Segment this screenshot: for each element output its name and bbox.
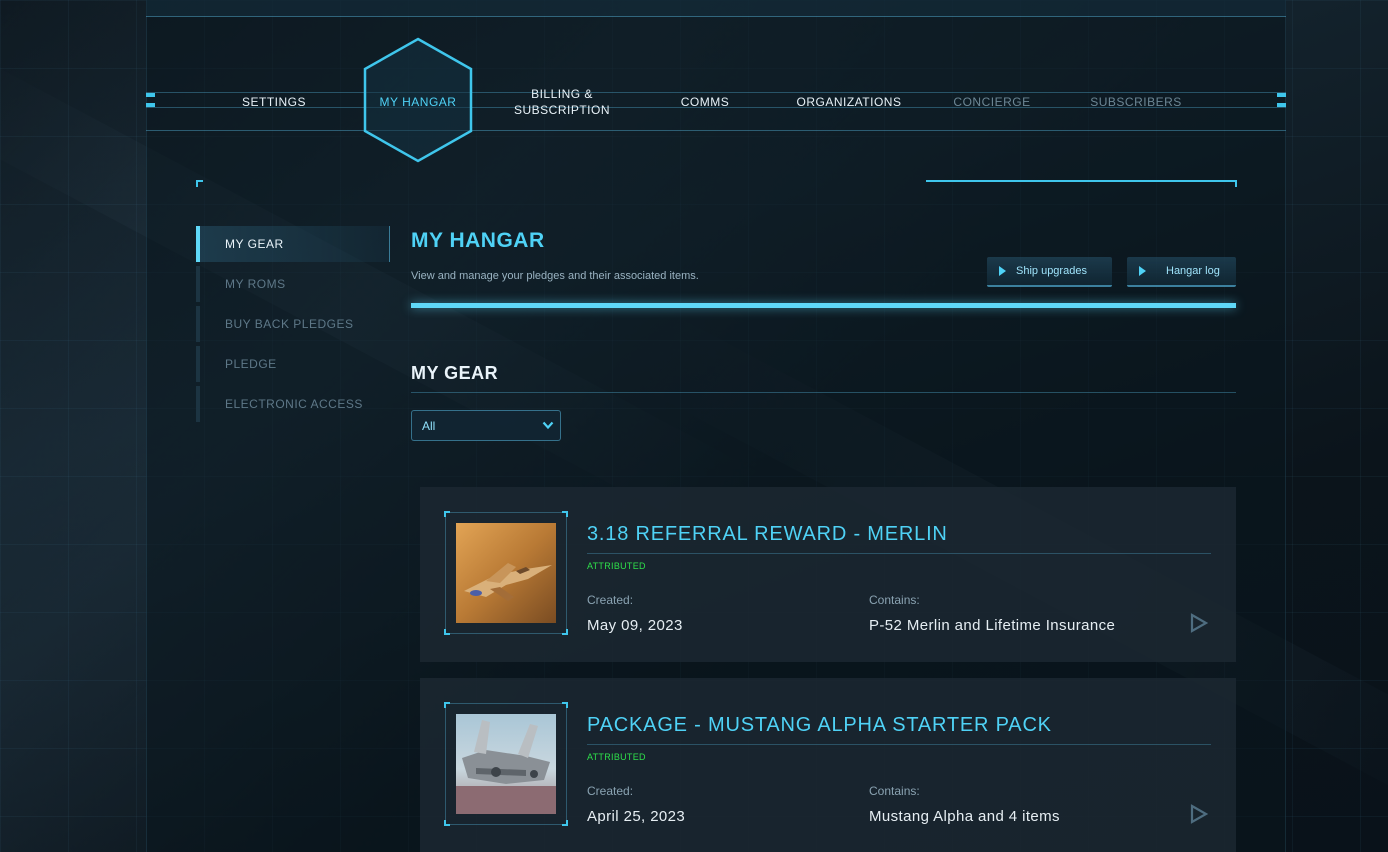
page-subtitle: View and manage your pledges and their a… [411,270,699,282]
nav-item-settings[interactable]: SETTINGS [202,86,346,118]
nav-item-my-hangar[interactable]: MY HANGAR [346,86,490,118]
created-label: Created: [587,593,634,607]
section-divider [411,392,1236,393]
nav-item-organizations[interactable]: ORGANIZATIONS [777,86,921,118]
nav-divider [146,130,1286,131]
created-value: April 25, 2023 [587,808,686,825]
contains-label: Contains: [869,784,920,798]
gear-filter-value: All [422,418,436,433]
created-value: May 09, 2023 [587,617,683,634]
sidebar-item-electronic-access[interactable]: ELECTRONIC ACCESS [196,386,390,422]
play-icon[interactable] [1190,613,1208,633]
sidebar-item-my-roms[interactable]: MY ROMS [196,266,390,302]
play-icon[interactable] [1190,804,1208,824]
gear-card[interactable]: 3.18 REFERRAL REWARD - MERLIN ATTRIBUTED… [420,487,1236,662]
nav-item-concierge[interactable]: CONCIERGE [920,86,1064,118]
triangle-right-icon [1139,266,1146,276]
contains-value: Mustang Alpha and 4 items [869,808,1060,825]
nav-rail-cap-right [1277,93,1286,107]
page-title: MY HANGAR [411,229,545,252]
gear-filter-select[interactable]: All [411,410,561,441]
chevron-down-icon [542,421,554,430]
item-thumbnail-frame [444,702,568,826]
nav-rail-cap-left [146,93,155,107]
merlin-ship-image [456,523,556,623]
top-band [146,0,1286,16]
sidebar-item-my-gear[interactable]: MY GEAR [196,226,390,262]
gear-title-divider [587,744,1211,745]
gear-title-divider [587,553,1211,554]
status-badge: ATTRIBUTED [587,561,646,571]
section-title: MY GEAR [411,363,499,383]
ship-upgrades-label: Ship upgrades [1016,265,1087,277]
gear-item-title[interactable]: 3.18 REFERRAL REWARD - MERLIN [587,523,948,546]
nav-item-billing-subscription[interactable]: BILLING & SUBSCRIPTION [490,86,634,118]
mustang-ship-image [456,714,556,814]
nav-item-comms[interactable]: COMMS [633,86,777,118]
contains-value: P-52 Merlin and Lifetime Insurance [869,617,1116,634]
status-badge: ATTRIBUTED [587,752,646,762]
header-accent-line [926,180,1236,182]
sidebar-item-pledge[interactable]: PLEDGE [196,346,390,382]
gear-card[interactable]: PACKAGE - MUSTANG ALPHA STARTER PACK ATT… [420,678,1236,852]
created-label: Created: [587,784,634,798]
header-glow-divider [411,303,1236,308]
triangle-right-icon [999,266,1006,276]
top-divider [146,16,1286,17]
gear-item-title[interactable]: PACKAGE - MUSTANG ALPHA STARTER PACK [587,714,1052,737]
corner-bracket-right [1230,180,1237,187]
sidebar: MY GEAR MY ROMS BUY BACK PLEDGES PLEDGE … [196,226,390,426]
contains-label: Contains: [869,593,920,607]
nav-item-subscribers[interactable]: SUBSCRIBERS [1064,86,1208,118]
hangar-log-label: Hangar log [1166,265,1220,277]
hangar-log-button[interactable]: Hangar log [1127,257,1236,287]
item-thumbnail-frame [444,511,568,635]
sidebar-item-buy-back-pledges[interactable]: BUY BACK PLEDGES [196,306,390,342]
corner-bracket-left [196,180,203,187]
ship-upgrades-button[interactable]: Ship upgrades [987,257,1112,287]
nav-item-billing-label: BILLING & SUBSCRIPTION [514,87,611,117]
